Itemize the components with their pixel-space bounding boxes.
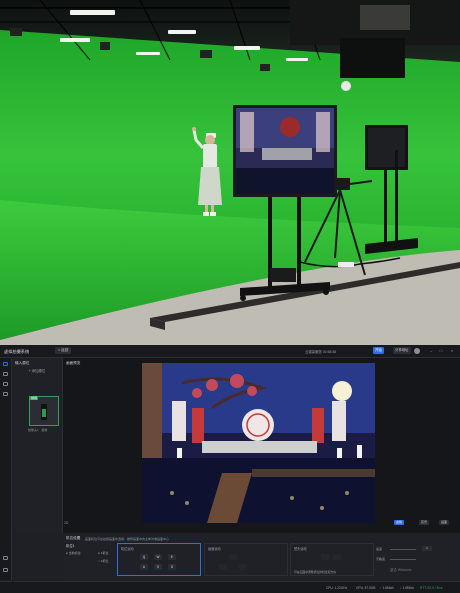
frame-key-left[interactable]: [219, 564, 227, 570]
sensitivity-slider[interactable]: [390, 559, 416, 560]
virtual-mode-button[interactable]: 虚拟: [394, 520, 405, 525]
rtt-status: RTT: 82.0 / 3ms: [420, 585, 443, 590]
studio-photo-illustration: [0, 0, 460, 345]
scene-icon[interactable]: [3, 372, 8, 376]
lens-move-note: 可在画面中调整机位的机位和方向: [294, 570, 336, 574]
audio-icon[interactable]: [3, 382, 8, 386]
preview-area: 画面预览 2D 虚拟 实景 画面: [63, 358, 460, 533]
download-status: ↓ 1.6Mb/s: [400, 585, 414, 590]
help-icon[interactable]: [3, 556, 8, 560]
current-camera-radio[interactable]: ● 当前机位: [66, 551, 81, 555]
app-title-bar: 虚拟拍摄系统 < 返回 云渲染服务 00:58:58 开始 分享地址 – □ ×: [0, 345, 460, 358]
settings-icon[interactable]: [3, 568, 8, 572]
camera-settings-header: 机位设置: [66, 536, 81, 540]
key-e[interactable]: E: [168, 554, 176, 560]
key-w[interactable]: W: [154, 554, 162, 560]
frame-move-title: 画面运动: [208, 547, 221, 551]
close-icon[interactable]: ×: [449, 347, 455, 354]
minimize-icon[interactable]: –: [428, 347, 434, 354]
frame-key-right[interactable]: [239, 564, 247, 570]
speed-label: 速度: [376, 547, 383, 551]
sources-panel: 输入源位 + 添加源位 绿幕 摄像头1 · 抠像: [12, 358, 63, 533]
source-caption: 摄像头1 · 抠像: [28, 428, 48, 432]
canvas-mode-label[interactable]: 2D: [64, 521, 68, 525]
speed-sliders: 速度 1 灵敏度: [376, 543, 458, 576]
camera-tab[interactable]: 机位1: [66, 543, 75, 548]
upload-status: ↑ 1.6Mb/s: [380, 585, 394, 590]
render-status: 云渲染服务 00:58:58: [305, 349, 337, 354]
frame-mode-button[interactable]: 画面: [439, 520, 450, 525]
camera-radio-1[interactable]: ● 1机位: [98, 551, 108, 555]
real-mode-button[interactable]: 实景: [419, 520, 430, 525]
camera-move-title: 机位运动: [121, 547, 134, 551]
maximize-icon[interactable]: □: [438, 347, 444, 354]
camera-preview: [41, 404, 47, 420]
sources-header: 输入源位: [15, 361, 30, 365]
lens-move-title: 镜头运动: [294, 547, 307, 551]
studio-photo: [0, 0, 460, 345]
status-bar: CPU: 1.23GHz GPU: 57.5GB ↑ 1.6Mb/s ↓ 1.6…: [0, 581, 460, 593]
source-icon[interactable]: [3, 362, 8, 366]
camera-radio-2[interactable]: ○ 2机位: [98, 559, 108, 563]
scene-render: [142, 363, 375, 523]
source-thumbnail[interactable]: 绿幕: [29, 396, 59, 426]
source-badge: 绿幕: [30, 396, 39, 400]
avatar[interactable]: [414, 347, 420, 354]
back-button[interactable]: < 返回: [55, 347, 72, 354]
lens-key-2[interactable]: [333, 554, 341, 560]
cpu-status: CPU: 1.23GHz: [326, 585, 348, 590]
speed-slider[interactable]: [390, 549, 416, 550]
camera-settings-panel: 机位设置 画面机位可在拍摄画面中选择，推荐画面中的主体对准画面中心 机位1 ● …: [63, 534, 460, 580]
preview-header: 画面预览: [66, 361, 81, 365]
key-a[interactable]: A: [140, 564, 148, 570]
lens-key-1[interactable]: [321, 554, 329, 560]
start-button[interactable]: 开始: [373, 347, 384, 354]
gpu-status: GPU: 57.5GB: [356, 585, 376, 590]
key-q[interactable]: Q: [140, 554, 148, 560]
lens-move-panel: 镜头运动 可在画面中调整机位的机位和方向: [290, 543, 374, 576]
camera-move-panel: 机位运动 Q W E A S D: [117, 543, 201, 576]
left-rail: [0, 358, 12, 580]
frame-key-up[interactable]: [229, 554, 237, 560]
camera-notice: 画面机位可在拍摄画面中选择，推荐画面中的主体对准画面中心: [85, 536, 170, 541]
virtual-studio-app: 虚拟拍摄系统 < 返回 云渲染服务 00:58:58 开始 分享地址 – □ ×…: [0, 345, 460, 593]
app-title: 虚拟拍摄系统: [4, 348, 30, 354]
effects-icon[interactable]: [3, 392, 8, 396]
add-source-button[interactable]: + 添加源位: [15, 368, 59, 378]
windows-watermark: 激活 Windows: [390, 568, 412, 572]
sensitivity-label: 灵敏度: [376, 557, 386, 561]
virtual-scene-preview[interactable]: [142, 363, 375, 523]
key-d[interactable]: D: [168, 564, 176, 570]
frame-move-panel: 画面运动: [204, 543, 288, 576]
key-s[interactable]: S: [154, 564, 162, 570]
share-button[interactable]: 分享地址: [393, 347, 411, 354]
speed-value[interactable]: 1: [422, 546, 432, 551]
